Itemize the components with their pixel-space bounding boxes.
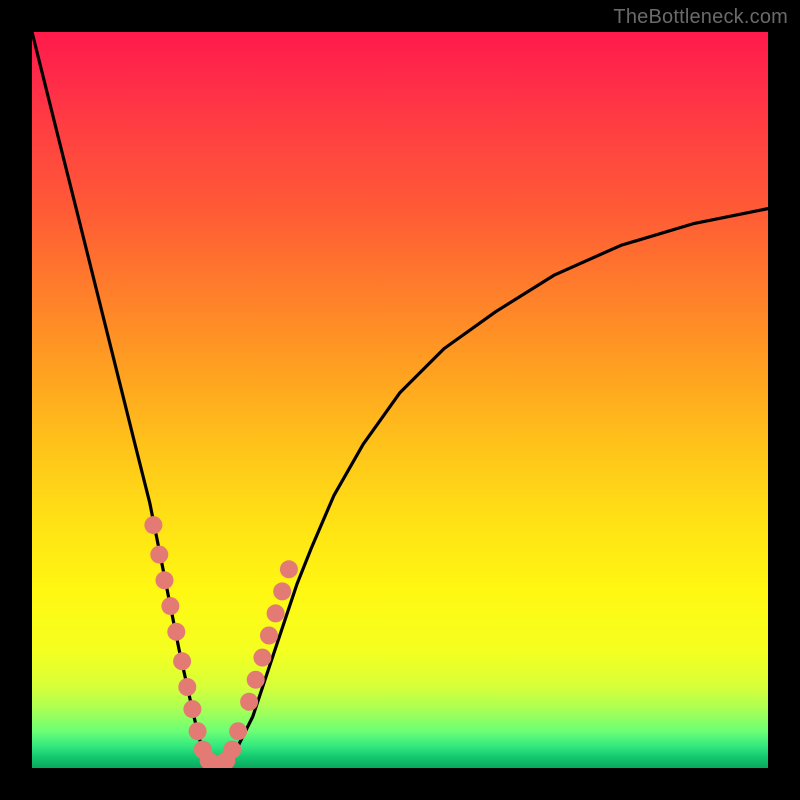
curve-marker <box>260 627 278 645</box>
curve-marker <box>253 649 271 667</box>
watermark-text: TheBottleneck.com <box>613 6 788 29</box>
curve-marker <box>273 582 291 600</box>
curve-marker <box>156 571 174 589</box>
curve-marker <box>280 560 298 578</box>
curve-marker <box>167 623 185 641</box>
curve-marker <box>189 722 207 740</box>
curve-marker <box>173 652 191 670</box>
curve-marker <box>247 671 265 689</box>
curve-marker <box>223 741 241 759</box>
curve-marker <box>150 546 168 564</box>
curve-marker <box>183 700 201 718</box>
chart-frame: TheBottleneck.com <box>0 0 800 800</box>
bottleneck-curve <box>32 32 768 764</box>
curve-marker <box>144 516 162 534</box>
curve-marker <box>267 604 285 622</box>
curve-marker <box>178 678 196 696</box>
chart-svg <box>32 32 768 768</box>
curve-marker <box>240 693 258 711</box>
curve-marker <box>161 597 179 615</box>
curve-marker <box>229 722 247 740</box>
plot-area <box>32 32 768 768</box>
